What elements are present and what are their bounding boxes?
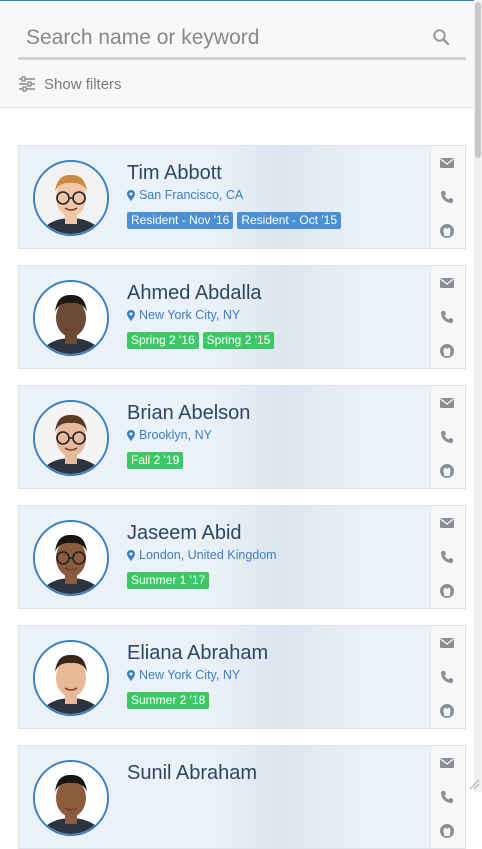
- phone-icon[interactable]: [439, 309, 457, 327]
- person-location[interactable]: Brooklyn, NY: [127, 428, 212, 442]
- phone-icon[interactable]: [439, 429, 457, 447]
- map-marker-icon: [127, 429, 139, 441]
- show-filters-label: Show filters: [44, 75, 122, 93]
- avatar[interactable]: [33, 640, 109, 716]
- github-icon[interactable]: [439, 583, 457, 601]
- map-marker-icon: [127, 309, 139, 321]
- person-name[interactable]: Sunil Abraham: [127, 762, 257, 785]
- batch-badge: Resident - Oct '15: [237, 212, 342, 229]
- map-marker-icon: [127, 549, 139, 561]
- avatar[interactable]: [33, 520, 109, 596]
- location-text: New York City, NY: [139, 308, 241, 322]
- envelope-icon[interactable]: [439, 395, 457, 413]
- map-marker-icon: [127, 189, 139, 201]
- avatar[interactable]: [33, 280, 109, 356]
- person-card[interactable]: Ahmed Abdalla New York City, NY Spring 2 '…: [18, 265, 466, 369]
- envelope-icon[interactable]: [439, 755, 457, 773]
- location-text: London, United Kingdom: [139, 548, 277, 562]
- person-name[interactable]: Ahmed Abdalla: [127, 282, 262, 305]
- batch-badges: Spring 2 '16 Spring 2 '15: [127, 332, 275, 349]
- batch-badge: Summer 2 '18: [127, 692, 210, 709]
- envelope-icon[interactable]: [439, 635, 457, 653]
- location-text: New York City, NY: [139, 668, 241, 682]
- batch-badge: Resident - Nov '16: [127, 212, 234, 229]
- envelope-icon[interactable]: [439, 155, 457, 173]
- location-text: Brooklyn, NY: [139, 428, 212, 442]
- avatar[interactable]: [33, 400, 109, 476]
- person-card[interactable]: Jaseem Abid London, United Kingdom Summer …: [18, 505, 466, 609]
- person-location[interactable]: London, United Kingdom: [127, 548, 277, 562]
- search-input[interactable]: [18, 19, 426, 57]
- person-name[interactable]: Eliana Abraham: [127, 642, 268, 665]
- avatar[interactable]: [33, 760, 109, 836]
- search-header: Show filters: [0, 1, 474, 108]
- batch-badges: Summer 1 '17: [127, 572, 210, 589]
- scrollbar[interactable]: [474, 0, 482, 792]
- contact-actions: [430, 746, 465, 848]
- batch-badge: Spring 2 '15: [202, 332, 275, 349]
- person-location[interactable]: New York City, NY: [127, 308, 240, 322]
- person-name[interactable]: Brian Abelson: [127, 402, 250, 425]
- contact-actions: [430, 626, 465, 728]
- github-icon[interactable]: [439, 823, 457, 841]
- person-card[interactable]: Tim Abbott San Francisco, CA Resident - No…: [18, 145, 466, 249]
- envelope-icon[interactable]: [439, 515, 457, 533]
- github-icon[interactable]: [439, 463, 457, 481]
- envelope-icon[interactable]: [439, 275, 457, 293]
- batch-badges: Summer 2 '18: [127, 692, 210, 709]
- phone-icon[interactable]: [439, 189, 457, 207]
- contact-actions: [430, 266, 465, 368]
- person-card[interactable]: Sunil Abraham: [18, 745, 466, 849]
- sliders-icon: [19, 76, 35, 92]
- person-location[interactable]: San Francisco, CA: [127, 188, 243, 202]
- search-icon[interactable]: [432, 28, 450, 46]
- batch-badges: Resident - Nov '16 Resident - Oct '15: [127, 212, 342, 229]
- scrollbar-thumb[interactable]: [475, 2, 481, 158]
- resize-handle-icon[interactable]: [468, 778, 480, 790]
- phone-icon[interactable]: [439, 669, 457, 687]
- batch-badge: Summer 1 '17: [127, 572, 210, 589]
- person-card[interactable]: Eliana Abraham New York City, NY Summer 2 …: [18, 625, 466, 729]
- contact-actions: [430, 506, 465, 608]
- person-location[interactable]: New York City, NY: [127, 668, 240, 682]
- person-name[interactable]: Jaseem Abid: [127, 522, 242, 545]
- github-icon[interactable]: [439, 223, 457, 241]
- phone-icon[interactable]: [439, 549, 457, 567]
- batch-badge: Fall 2 '19: [127, 452, 184, 469]
- search-bar: [18, 19, 466, 60]
- contact-actions: [430, 146, 465, 248]
- batch-badges: Fall 2 '19: [127, 452, 184, 469]
- map-marker-icon: [127, 669, 139, 681]
- location-text: San Francisco, CA: [139, 188, 244, 202]
- github-icon[interactable]: [439, 343, 457, 361]
- github-icon[interactable]: [439, 703, 457, 721]
- person-card[interactable]: Brian Abelson Brooklyn, NY Fall 2 '19: [18, 385, 466, 489]
- show-filters-toggle[interactable]: Show filters: [18, 73, 122, 95]
- contact-actions: [430, 386, 465, 488]
- person-name[interactable]: Tim Abbott: [127, 162, 222, 185]
- batch-badge: Spring 2 '16: [127, 332, 199, 349]
- avatar[interactable]: [33, 160, 109, 236]
